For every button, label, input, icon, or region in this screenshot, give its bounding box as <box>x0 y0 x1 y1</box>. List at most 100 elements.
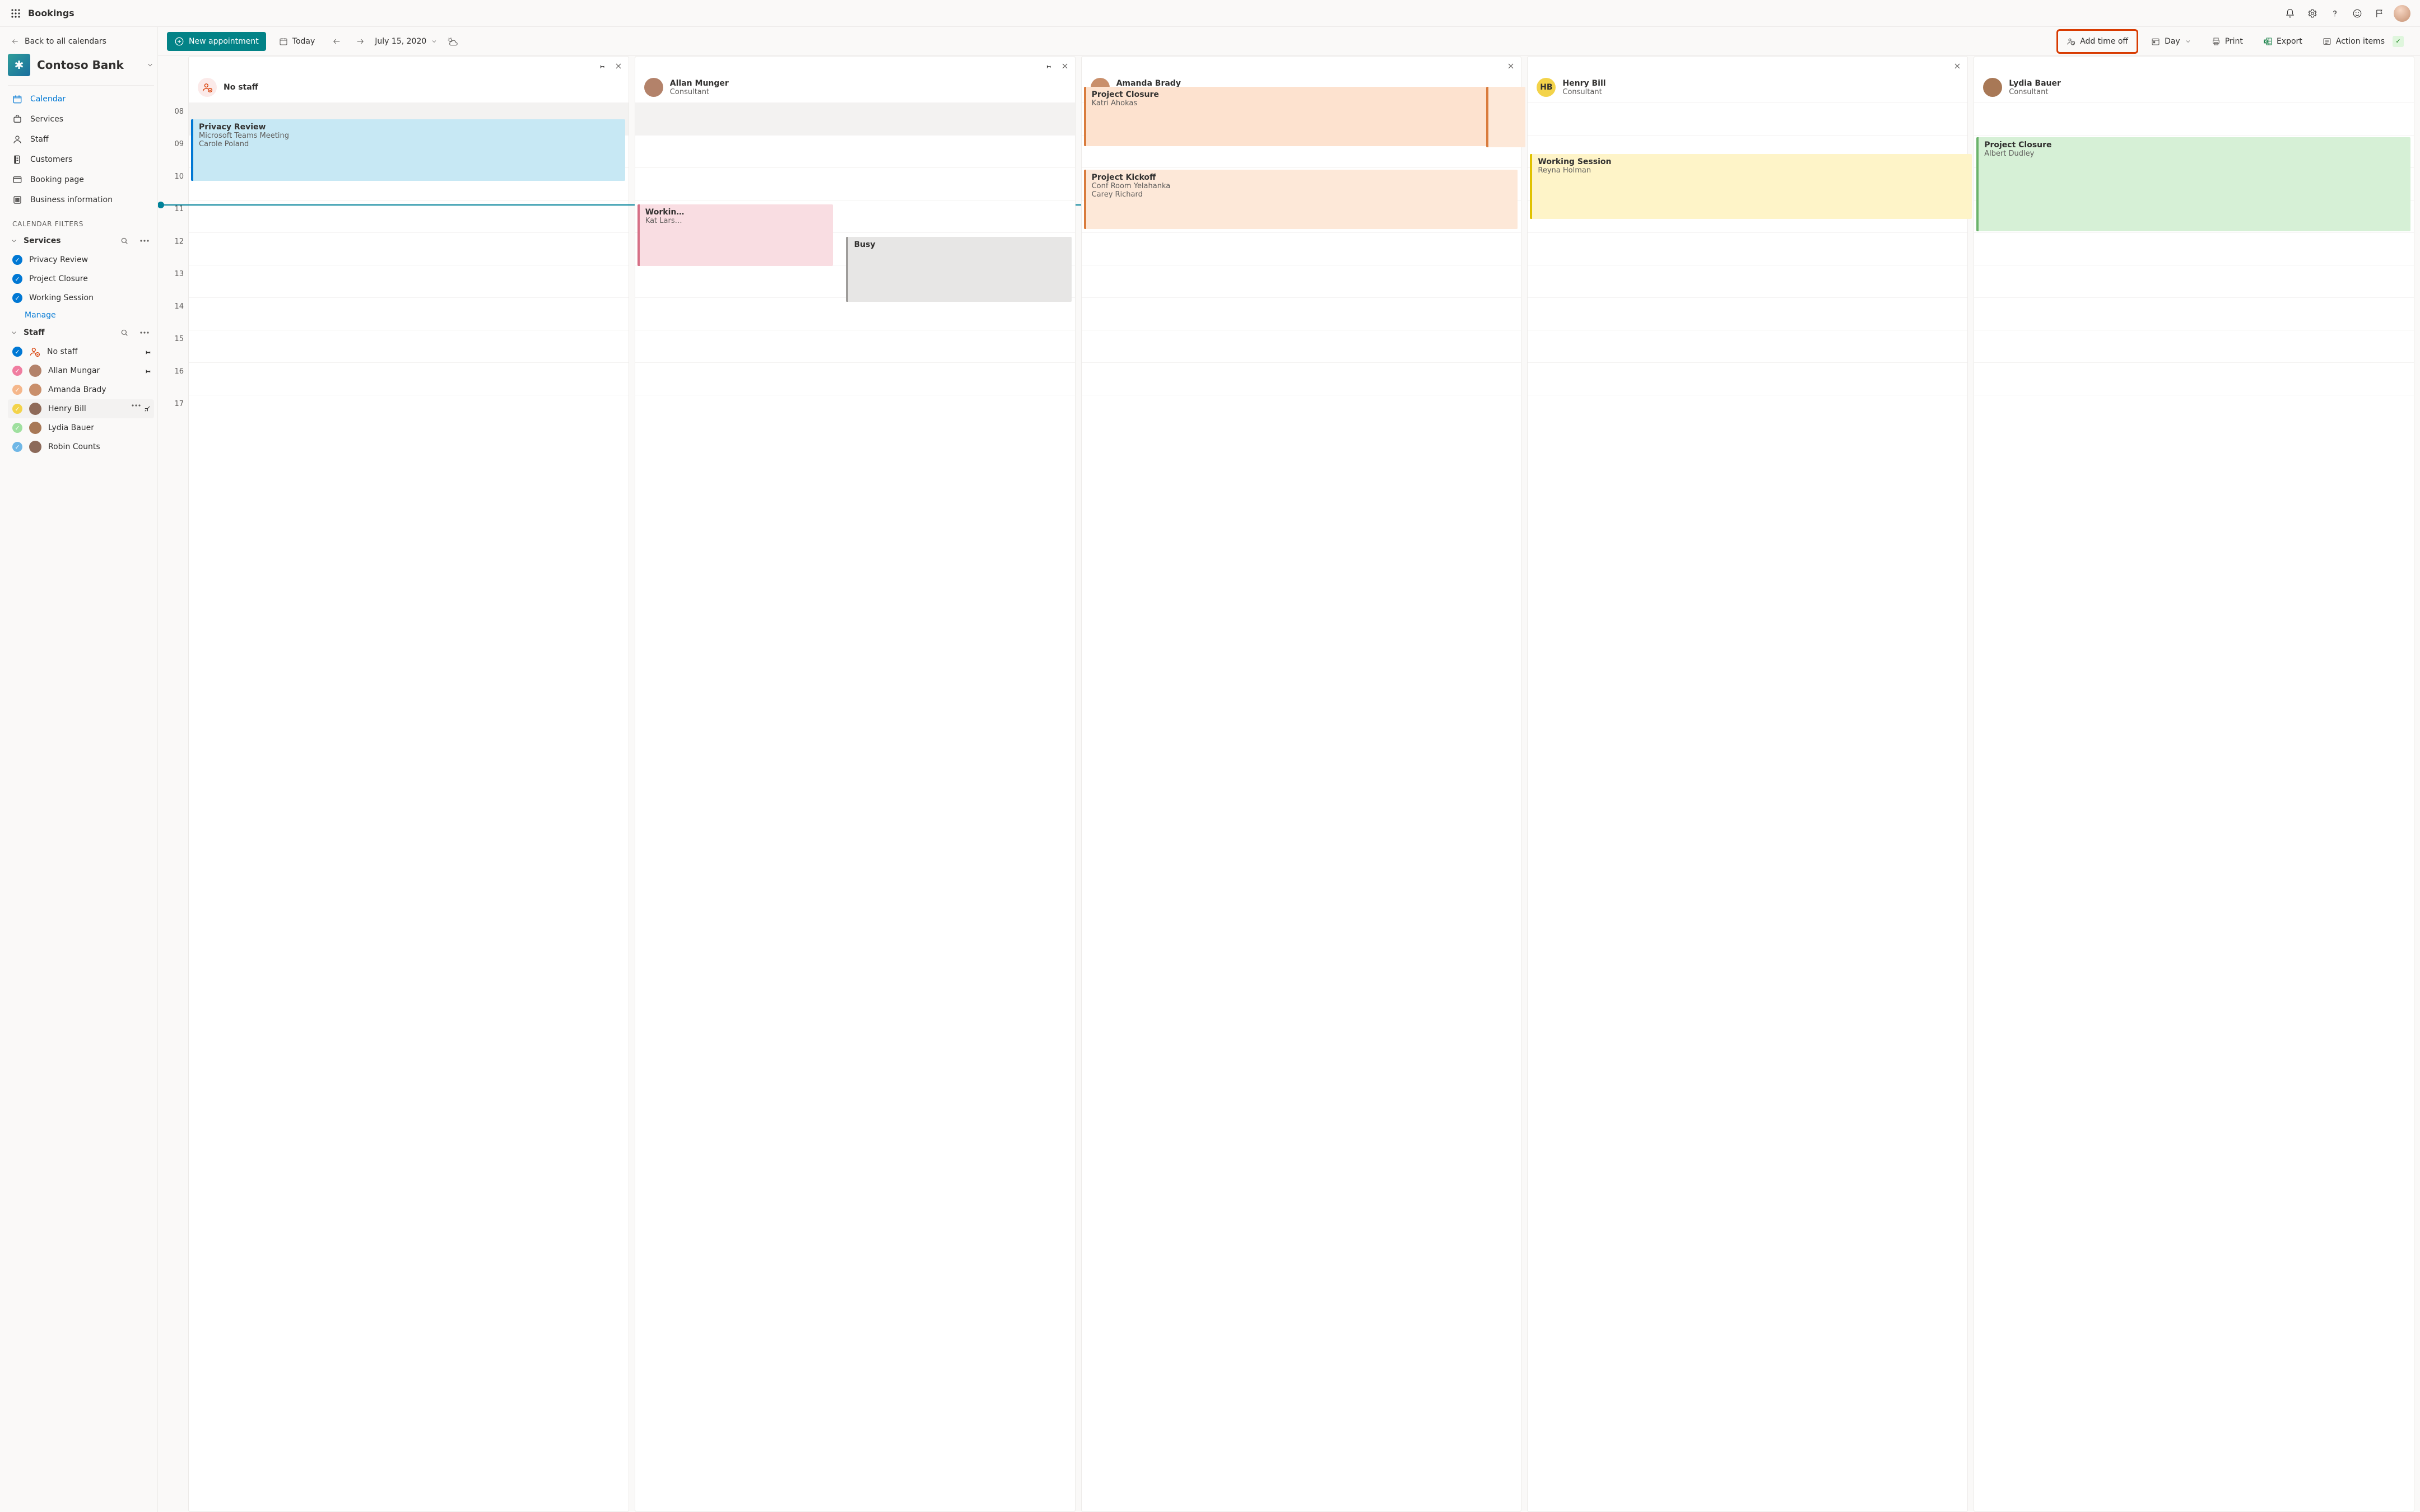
staff-filter-item[interactable]: ✓Lydia Bauer <box>8 418 154 437</box>
event-title: Project Kickoff <box>1092 173 1513 182</box>
check-badge-icon: ✓ <box>2393 36 2404 47</box>
nav-label: Booking page <box>30 175 84 184</box>
filter-label: Henry Bill <box>48 404 86 413</box>
staff-filter-item[interactable]: ✓No staff <box>8 342 154 361</box>
staff-filter-item[interactable]: ✓Amanda Brady <box>8 380 154 399</box>
event-subtitle: Albert Dudley <box>1984 150 2405 158</box>
service-filter-item[interactable]: ✓Working Session <box>8 288 154 307</box>
gear-icon[interactable] <box>2301 2 2324 25</box>
avatar: HB <box>1537 78 1556 97</box>
nav-calendar[interactable]: Calendar <box>8 89 154 109</box>
pin-icon[interactable] <box>592 57 611 76</box>
calendar-event[interactable]: Project ClosureAlbert Dudley <box>1976 137 2410 231</box>
close-icon[interactable] <box>1951 59 1964 73</box>
filter-services-label: Services <box>24 236 111 245</box>
nav-services[interactable]: Services <box>8 109 154 129</box>
bell-icon[interactable] <box>2279 2 2301 25</box>
hour-label: 11 <box>158 205 188 237</box>
nav-customers[interactable]: Customers <box>8 150 154 170</box>
filter-label: Working Session <box>29 293 94 302</box>
pin-icon[interactable] <box>141 403 154 416</box>
day-grid[interactable]: Workin…Kat Lars… Busy <box>635 102 1075 1511</box>
manage-services-link[interactable]: Manage <box>8 307 154 323</box>
filter-services-header[interactable]: Services <box>8 231 154 250</box>
app-launcher-icon[interactable] <box>7 4 25 22</box>
event-subtitle: Reyna Holman <box>1538 166 1966 175</box>
day-grid[interactable]: Working SessionReyna Holman <box>1528 102 1967 1511</box>
back-link-label: Back to all calendars <box>25 37 106 46</box>
arrow-left-icon <box>11 38 19 45</box>
close-icon[interactable] <box>612 59 625 73</box>
column-header: HBHenry BillConsultant <box>1528 76 1967 102</box>
avatar <box>29 422 41 434</box>
staff-filter-item[interactable]: ✓Robin Counts <box>8 437 154 456</box>
filter-staff-header[interactable]: Staff <box>8 323 154 342</box>
add-time-off-button[interactable]: Add time off <box>2059 32 2135 51</box>
calendar-event[interactable]: Privacy ReviewMicrosoft Teams MeetingCar… <box>191 119 625 181</box>
nav-business-info[interactable]: Business information <box>8 190 154 210</box>
action-items-button[interactable]: Action items ✓ <box>2315 32 2411 51</box>
customers-icon <box>12 155 22 165</box>
event-title: Project Closure <box>1092 90 1520 99</box>
calendar-event[interactable]: Busy <box>846 237 1071 302</box>
avatar <box>29 403 41 415</box>
day-grid[interactable]: Project ClosureAlbert Dudley <box>1974 102 2414 1511</box>
nav-label: Staff <box>30 135 49 144</box>
pin-icon[interactable] <box>141 346 154 358</box>
user-avatar[interactable] <box>2391 2 2413 25</box>
nav-staff[interactable]: Staff <box>8 129 154 150</box>
calendar-event[interactable]: Workin…Kat Lars… <box>637 204 833 266</box>
calendar-event[interactable] <box>1486 87 1526 147</box>
more-icon[interactable] <box>132 404 141 413</box>
feedback-smile-icon[interactable] <box>2346 2 2368 25</box>
pin-icon[interactable] <box>141 365 154 377</box>
nav-booking-page[interactable]: Booking page <box>8 170 154 190</box>
back-to-calendars-link[interactable]: Back to all calendars <box>8 32 154 53</box>
day-grid[interactable]: Project ClosureKatri AhokasProject Kicko… <box>1082 102 1521 1511</box>
sidebar: Back to all calendars ✱ Contoso Bank Cal… <box>0 27 158 1512</box>
today-button[interactable]: Today <box>272 32 323 51</box>
prev-arrow-icon[interactable] <box>328 32 346 50</box>
check-icon: ✓ <box>12 255 22 265</box>
pin-icon[interactable] <box>1039 57 1058 76</box>
close-icon[interactable] <box>1058 59 1072 73</box>
event-title: Busy <box>854 240 1065 249</box>
date-picker[interactable]: July 15, 2020 <box>375 37 438 46</box>
event-title: Project Closure <box>1984 141 2405 150</box>
day-grid[interactable]: Privacy ReviewMicrosoft Teams MeetingCar… <box>189 102 629 1511</box>
column-header: No staff <box>189 76 629 102</box>
staff-filter-item[interactable]: ✓ Henry Bill <box>8 399 154 418</box>
new-appointment-button[interactable]: New appointment <box>167 32 266 51</box>
service-filter-item[interactable]: ✓Privacy Review <box>8 250 154 269</box>
calendar-event[interactable]: Working SessionReyna Holman <box>1530 154 1972 219</box>
calendar-event[interactable]: Project ClosureKatri Ahokas <box>1084 87 1526 146</box>
weather-icon[interactable] <box>443 32 461 50</box>
calendar-selector[interactable]: ✱ Contoso Bank <box>8 53 154 84</box>
print-button[interactable]: Print <box>2204 32 2250 51</box>
app-name: Bookings <box>28 8 75 18</box>
export-button[interactable]: Export <box>2256 32 2310 51</box>
plus-circle-icon <box>174 36 184 46</box>
next-arrow-icon[interactable] <box>351 32 369 50</box>
time-gutter: 08091011121314151617 <box>158 56 188 1512</box>
search-icon[interactable] <box>117 325 132 340</box>
help-icon[interactable] <box>2324 2 2346 25</box>
staff-filter-item[interactable]: ✓Allan Mungar <box>8 361 154 380</box>
app-header: Bookings <box>0 0 2420 27</box>
search-icon[interactable] <box>117 234 132 248</box>
services-icon <box>12 114 22 124</box>
check-icon: ✓ <box>12 404 22 414</box>
check-icon: ✓ <box>12 423 22 433</box>
more-icon[interactable] <box>137 325 152 340</box>
print-label: Print <box>2225 37 2243 46</box>
service-filter-item[interactable]: ✓Project Closure <box>8 269 154 288</box>
close-icon[interactable] <box>1504 59 1518 73</box>
calendar-event[interactable]: Project KickoffConf Room YelahankaCarey … <box>1084 170 1518 229</box>
hour-label: 13 <box>158 270 188 302</box>
booking-page-icon <box>12 175 22 185</box>
staff-name: No staff <box>224 83 258 92</box>
flag-icon[interactable] <box>2368 2 2391 25</box>
check-icon: ✓ <box>12 274 22 284</box>
more-icon[interactable] <box>137 234 152 248</box>
view-switcher[interactable]: Day <box>2144 32 2199 51</box>
